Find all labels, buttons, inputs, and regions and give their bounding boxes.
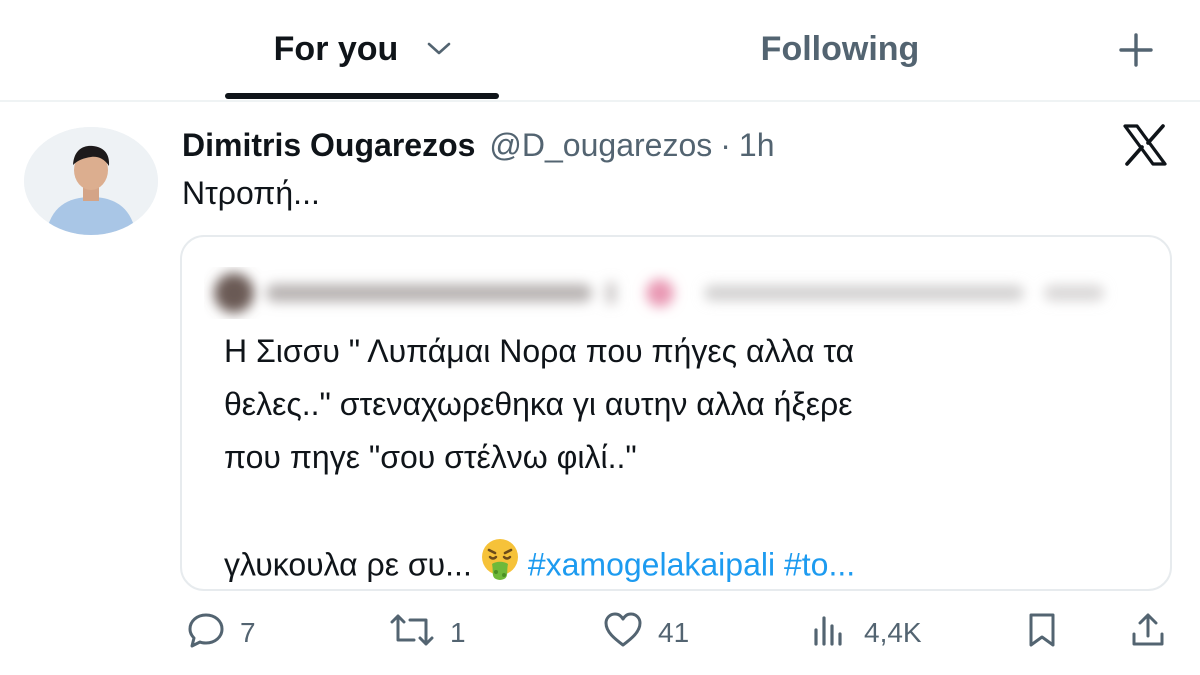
views-icon <box>810 610 850 657</box>
nauseated-face-emoji <box>478 537 522 589</box>
quoted-tweet-last-line: γλυκουλα ρε συ... #xamogelakaipali #to..… <box>224 537 1154 589</box>
reply-button[interactable]: 7 <box>186 605 256 661</box>
reply-count: 7 <box>240 617 256 648</box>
avatar[interactable] <box>24 127 158 235</box>
timeline: For you Following Dimitris Ougarezos @D_… <box>0 0 1200 675</box>
timeline-tab-bar: For you Following <box>0 0 1200 102</box>
like-count: 41 <box>658 617 690 648</box>
repost-count: 1 <box>450 617 466 648</box>
quoted-tweet-line: που πηγε "σου στέλνω φιλί.." <box>224 439 637 475</box>
views-count: 4,4K <box>864 617 922 648</box>
tweet-header: Dimitris Ougarezos @D_ougarezos · 1h <box>182 120 774 170</box>
quoted-tweet-text: Η Σισσυ " Λυπάμαι Νορα που πήγες αλλα τα… <box>224 325 1154 589</box>
share-icon <box>1128 610 1168 657</box>
author-handle[interactable]: @D_ougarezos <box>489 127 712 164</box>
quoted-tweet-last-text: γλυκουλα ρε συ... <box>224 546 472 583</box>
quoted-tweet-header-blurred <box>204 267 1154 319</box>
bookmark-button[interactable] <box>1022 605 1062 661</box>
tweet-text: Ντροπή... <box>182 175 320 211</box>
tweet-action-bar: 7 1 41 4,4K <box>0 605 1200 661</box>
heart-icon <box>602 610 644 657</box>
tab-for-you-label: For you <box>273 29 399 68</box>
quoted-tweet-card[interactable]: Η Σισσυ " Λυπάμαι Νορα που πήγες αλλα τα… <box>180 235 1172 591</box>
tab-following[interactable]: Following <box>700 0 980 98</box>
tab-following-label: Following <box>760 29 920 68</box>
x-logo-icon <box>1122 124 1168 166</box>
header-separator: · <box>720 126 731 163</box>
active-tab-indicator <box>225 93 499 99</box>
views-button[interactable]: 4,4K <box>810 605 922 661</box>
repost-button[interactable]: 1 <box>388 605 466 661</box>
repost-icon <box>388 610 436 657</box>
reply-icon <box>186 610 226 657</box>
quoted-tweet-hashtags[interactable]: #xamogelakaipali #to... <box>528 546 855 582</box>
chevron-down-icon[interactable] <box>426 41 452 57</box>
like-button[interactable]: 41 <box>602 605 689 661</box>
bookmark-icon <box>1022 610 1062 657</box>
quoted-tweet-line: θελες.." στεναχωρεθηκα γι αυτην αλλα ήξε… <box>224 386 853 422</box>
plus-icon[interactable] <box>1112 26 1160 74</box>
author-name[interactable]: Dimitris Ougarezos <box>182 127 475 164</box>
quoted-tweet-line: Η Σισσυ " Λυπάμαι Νορα που πήγες αλλα τα <box>224 333 855 369</box>
tweet-timestamp[interactable]: 1h <box>739 127 775 164</box>
share-button[interactable] <box>1128 605 1168 661</box>
tab-for-you[interactable]: For you <box>228 0 498 98</box>
